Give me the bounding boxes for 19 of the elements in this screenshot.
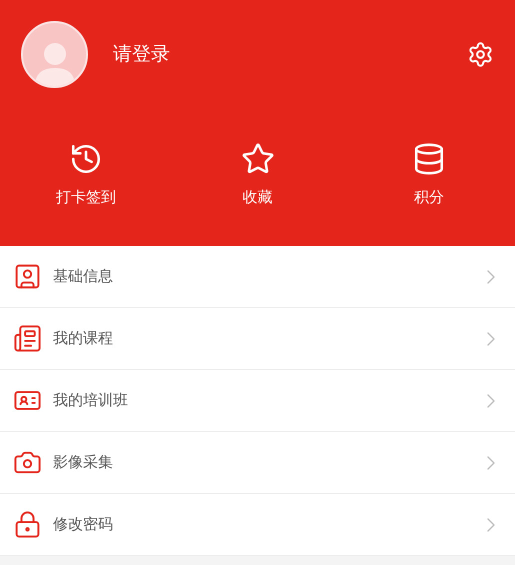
user-card-icon <box>13 262 42 291</box>
menu-label: 影像采集 <box>53 452 113 474</box>
quick-action-button[interactable]: 打卡签到 <box>0 142 172 208</box>
menu-item[interactable]: 修改密码 <box>0 494 515 556</box>
menu-item[interactable]: 基础信息 <box>0 246 515 308</box>
menu-item[interactable]: 我的培训班 <box>0 370 515 432</box>
star-icon <box>240 142 274 176</box>
lock-icon <box>13 510 42 539</box>
menu-label: 我的课程 <box>53 328 113 350</box>
quick-action-button[interactable]: 收藏 <box>172 142 344 208</box>
settings-icon[interactable] <box>467 41 494 68</box>
newspaper-icon <box>13 324 42 353</box>
menu-item[interactable]: 我的课程 <box>0 308 515 370</box>
login-link[interactable]: 请登录 <box>113 40 170 69</box>
menu-label: 我的培训班 <box>53 390 128 412</box>
quick-action-button[interactable]: 积分 <box>343 142 515 208</box>
menu-item[interactable]: 影像采集 <box>0 432 515 494</box>
menu-label: 修改密码 <box>53 514 113 536</box>
menu-label: 基础信息 <box>53 266 113 288</box>
